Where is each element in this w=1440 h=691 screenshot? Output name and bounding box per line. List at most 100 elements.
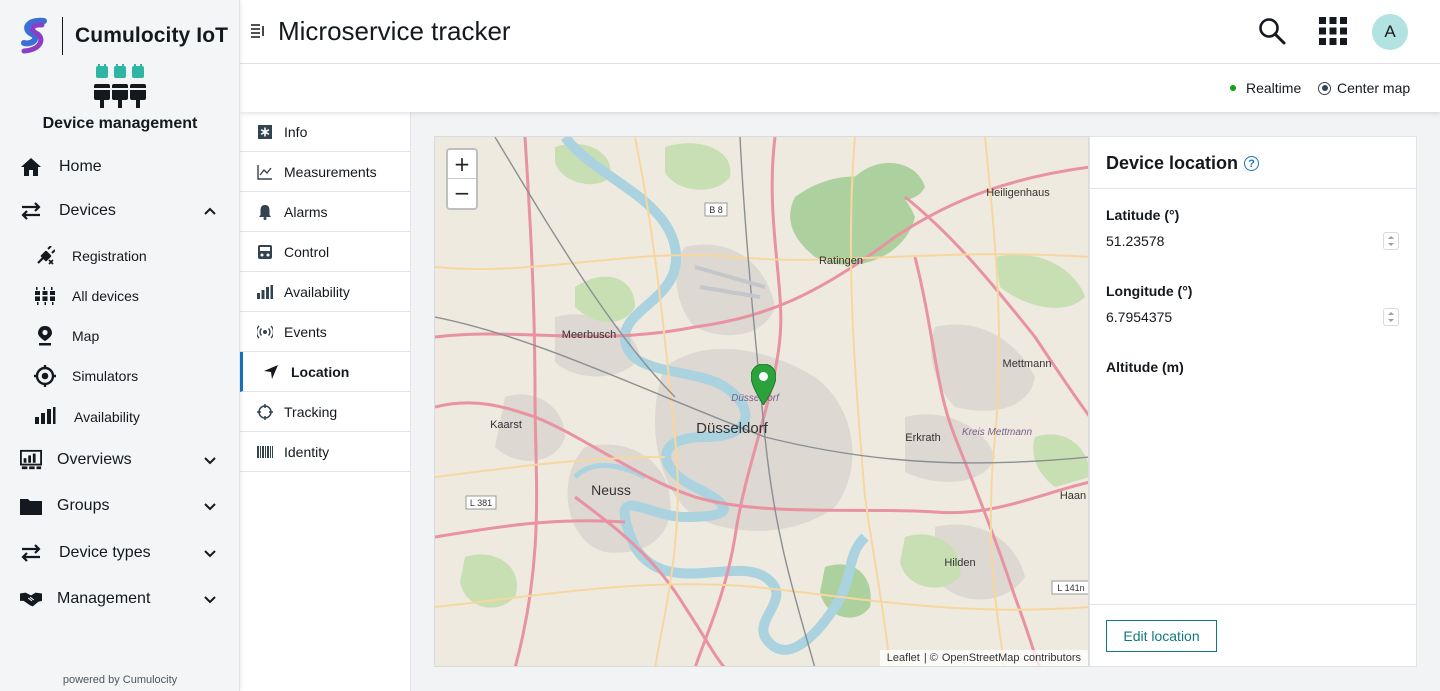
nav-registration-label: Registration — [72, 248, 147, 264]
map-label-mettmann: Mettmann — [1003, 358, 1052, 370]
map-label-neuss: Neuss — [591, 482, 631, 498]
broadcast-icon — [257, 325, 273, 338]
device-marker-icon[interactable] — [751, 364, 776, 405]
road-label-l381: L 381 — [470, 498, 492, 508]
control-icon — [258, 244, 272, 259]
map-label-kaarst: Kaarst — [490, 419, 522, 431]
nav-all-devices[interactable]: All devices — [0, 285, 240, 307]
nav-all-devices-label: All devices — [72, 288, 139, 304]
nav-map[interactable]: Map — [0, 325, 240, 347]
realtime-toggle[interactable]: Realtime — [1230, 80, 1301, 96]
dashboard-icon — [20, 449, 42, 471]
nav-home-label: Home — [59, 158, 102, 175]
road-label-b8: B 8 — [709, 205, 723, 215]
tab-events[interactable]: Events — [240, 312, 410, 352]
center-map-label: Center map — [1337, 80, 1411, 96]
chevron-down-icon — [204, 503, 216, 511]
map-pin-icon — [34, 325, 56, 347]
transfer-icon — [20, 200, 42, 222]
longitude-input[interactable]: 6.7954375 — [1106, 309, 1172, 325]
search-icon[interactable] — [1258, 17, 1286, 45]
map-label-meerbusch: Meerbusch — [562, 329, 616, 341]
center-map-toggle[interactable]: Center map — [1318, 80, 1410, 96]
latitude-input[interactable]: 51.23578 — [1106, 233, 1164, 249]
page-title: Microservice tracker — [278, 16, 511, 46]
longitude-label: Longitude (°) — [1106, 283, 1193, 299]
leaflet-link[interactable]: Leaflet — [887, 652, 920, 664]
bell-icon — [259, 204, 271, 220]
nav-simulators[interactable]: Simulators — [0, 365, 240, 387]
tab-identity[interactable]: Identity — [240, 432, 410, 472]
map-label-heiligenhaus: Heiligenhaus — [986, 187, 1050, 199]
road-label-l141n: L 141n — [1057, 583, 1084, 593]
map-label-ratingen: Ratingen — [819, 255, 863, 267]
tab-measurements[interactable]: Measurements — [240, 152, 410, 192]
map-label-kreis-mettmann: Kreis Mettmann — [962, 427, 1032, 438]
zoom-out-button[interactable]: − — [448, 179, 476, 208]
longitude-spinner-icon[interactable] — [1383, 308, 1399, 326]
nav-availability[interactable]: Availability — [0, 405, 240, 427]
plug-icon — [34, 245, 56, 267]
info-icon — [258, 124, 272, 139]
user-avatar[interactable]: A — [1372, 14, 1408, 50]
action-bar: Realtime Center map — [240, 64, 1440, 112]
nav-groups-label: Groups — [57, 497, 110, 514]
altitude-label: Altitude (m) — [1106, 359, 1184, 375]
tab-alarms[interactable]: Alarms — [240, 192, 410, 232]
nav-device-types[interactable]: Device types — [0, 542, 240, 564]
app-switcher-icon[interactable] — [1319, 17, 1347, 45]
line-chart-icon — [257, 164, 272, 180]
card-title: Device location ? — [1106, 153, 1260, 174]
chevron-down-icon — [204, 457, 216, 465]
chevron-up-icon — [204, 207, 216, 215]
brand-name: Cumulocity IoT — [75, 24, 229, 47]
map-label-duesseldorf: Düsseldorf — [696, 420, 769, 437]
realtime-status-dot — [1230, 85, 1236, 91]
availability-icon — [34, 405, 56, 427]
crosshair-icon — [257, 403, 273, 420]
tab-location[interactable]: Location — [240, 352, 410, 392]
toggle-navigator-icon[interactable] — [250, 22, 266, 38]
radio-icon — [1318, 81, 1331, 95]
nav-device-types-label: Device types — [59, 544, 151, 561]
nav-home[interactable]: Home — [0, 156, 240, 178]
location-map[interactable]: Düsseldorf Neuss Ratingen Meerbusch Kaar… — [434, 136, 1089, 667]
zoom-in-button[interactable]: + — [448, 150, 476, 179]
folder-icon — [20, 495, 42, 517]
app-title: Device management — [42, 115, 198, 132]
nav-management-label: Management — [57, 590, 151, 607]
nav-devices[interactable]: Devices — [0, 200, 240, 222]
map-label-erkrath: Erkrath — [905, 432, 940, 444]
simulator-icon — [34, 365, 56, 387]
openstreetmap-link[interactable]: OpenStreetMap — [942, 652, 1020, 664]
tab-availability[interactable]: Availability — [240, 272, 410, 312]
realtime-label: Realtime — [1246, 80, 1302, 96]
nav-map-label: Map — [72, 328, 100, 344]
location-arrow-icon — [264, 364, 278, 379]
chevron-down-icon — [204, 550, 216, 558]
tab-info[interactable]: Info — [240, 112, 410, 152]
nav-devices-label: Devices — [59, 202, 116, 219]
map-attribution: Leaflet | © OpenStreetMap contributors — [879, 650, 1088, 666]
device-tabs: Info Measurements Alarms Control Availab… — [240, 112, 411, 691]
nav-groups[interactable]: Groups — [0, 495, 240, 517]
powered-by: powered by Cumulocity — [62, 674, 178, 686]
map-label-hilden: Hilden — [944, 557, 975, 569]
handshake-icon — [20, 588, 42, 610]
map-zoom-control: + − — [446, 148, 478, 210]
brand: Cumulocity IoT — [18, 16, 228, 56]
nav-overviews[interactable]: Overviews — [0, 449, 240, 471]
edit-location-button[interactable]: Edit location — [1106, 620, 1217, 652]
nav-registration[interactable]: Registration — [0, 245, 240, 267]
help-icon[interactable]: ? — [1244, 156, 1260, 171]
device-location-card: Device location ? Latitude (°) 51.23578 … — [1089, 136, 1417, 667]
nav-management[interactable]: Management — [0, 588, 240, 610]
nav-availability-label: Availability — [74, 409, 140, 425]
tab-control[interactable]: Control — [240, 232, 410, 272]
tab-tracking[interactable]: Tracking — [240, 392, 410, 432]
nav-simulators-label: Simulators — [72, 368, 139, 384]
cumulocity-logo-icon — [21, 17, 47, 54]
map-label-haan: Haan — [1060, 490, 1086, 502]
navigator: Cumulocity IoT Device management Home De… — [0, 0, 240, 691]
latitude-spinner-icon[interactable] — [1383, 232, 1399, 250]
